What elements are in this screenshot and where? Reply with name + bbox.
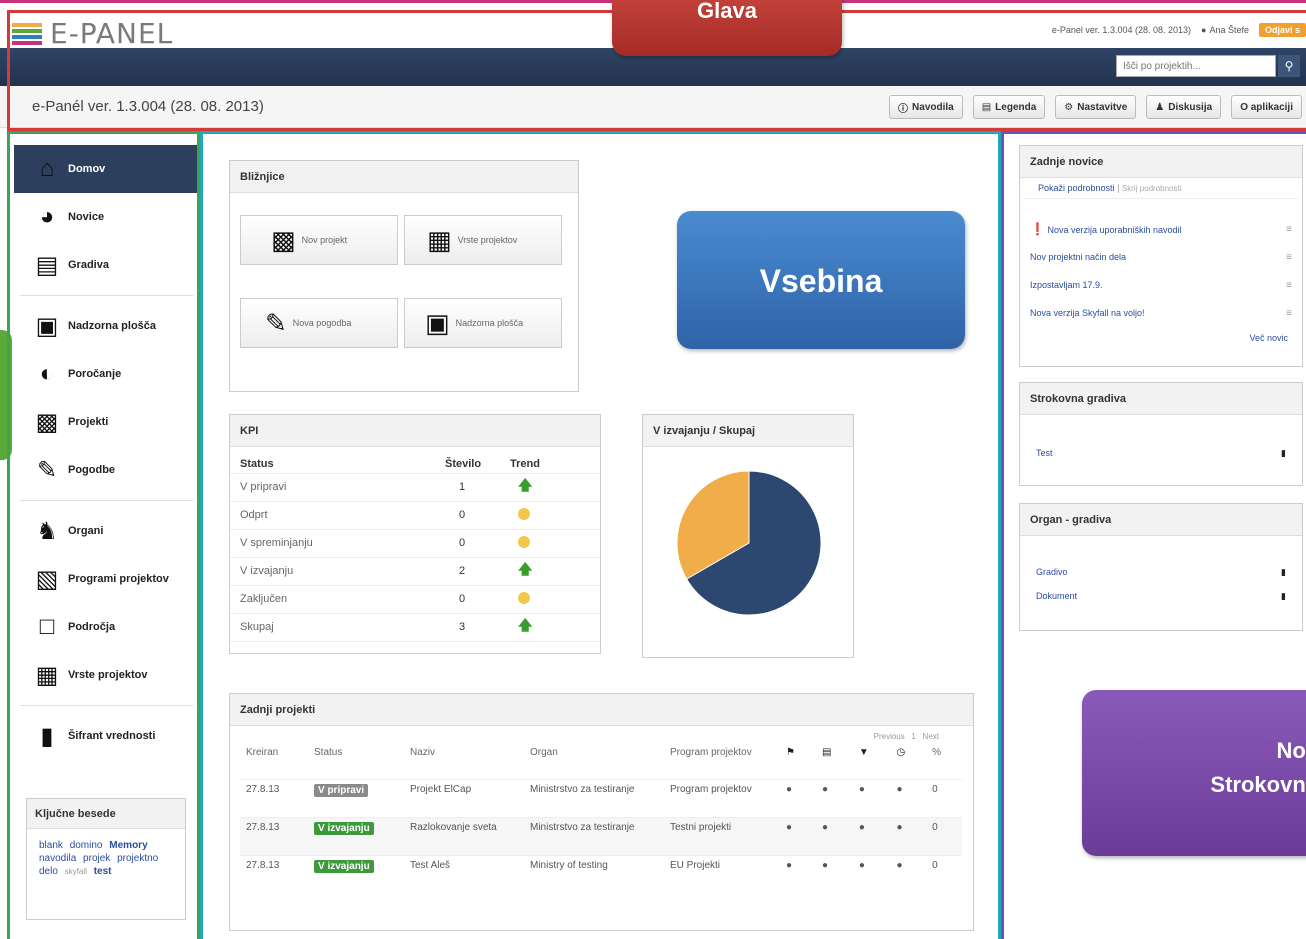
header-callout: Glava — [612, 0, 842, 56]
right-callout: Nov Strokovna — [1082, 690, 1306, 856]
header-callout-label: Glava — [697, 0, 757, 23]
sidebar-region-outline — [7, 131, 200, 939]
content-callout: Vsebina — [677, 211, 965, 349]
content-callout-label: Vsebina — [759, 263, 883, 299]
right-callout-line2: Strokovna — [1210, 772, 1306, 797]
right-callout-line1: Nov — [1276, 738, 1306, 763]
